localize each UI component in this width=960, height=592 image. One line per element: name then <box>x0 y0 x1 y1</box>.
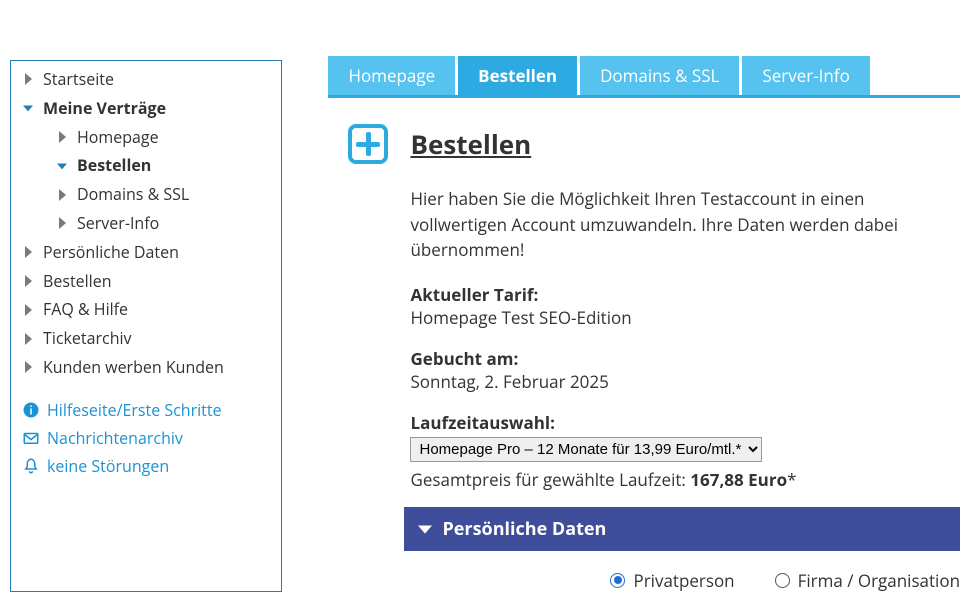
nav-bestellen-sub[interactable]: Bestellen <box>11 151 281 180</box>
total-prefix: Gesamtpreis für gewählte Laufzeit: <box>410 468 690 491</box>
sidebar: Startseite Meine Verträge Homepage Beste… <box>10 60 282 592</box>
total-line: Gesamtpreis für gewählte Laufzeit: 167,8… <box>410 468 960 491</box>
link-stoerungen[interactable]: keine Störungen <box>11 452 281 480</box>
chevron-right-icon <box>21 333 35 345</box>
nav-startseite[interactable]: Startseite <box>11 65 281 94</box>
tabs: Homepage Bestellen Domains & SSL Server-… <box>328 56 960 98</box>
link-label: keine Störungen <box>47 455 169 477</box>
nav-label: Bestellen <box>43 269 112 294</box>
info-icon <box>21 401 41 419</box>
nav-label: FAQ & Hilfe <box>43 297 128 322</box>
nav-meine-vertraege[interactable]: Meine Verträge <box>11 94 281 123</box>
nav-label: Persönliche Daten <box>43 240 179 265</box>
select-laufzeit[interactable]: Homepage Pro – 12 Monate für 13,99 Euro/… <box>410 437 762 462</box>
nav-label: Meine Verträge <box>43 96 166 121</box>
nav-homepage[interactable]: Homepage <box>11 123 281 152</box>
radio-label: Firma / Organisation <box>798 569 960 592</box>
plus-icon <box>348 124 388 164</box>
chevron-right-icon <box>21 246 35 258</box>
content: Bestellen Hier haben Sie die Möglichkeit… <box>328 98 960 592</box>
nav-label: Server-Info <box>77 211 159 236</box>
link-hilfeseite[interactable]: Hilfeseite/Erste Schritte <box>11 396 281 424</box>
chevron-right-icon <box>55 217 69 229</box>
nav-persoenliche-daten[interactable]: Persönliche Daten <box>11 238 281 267</box>
nav-label: Startseite <box>43 67 114 92</box>
chevron-down-icon <box>418 522 432 536</box>
value-gebucht-am: Sonntag, 2. Februar 2025 <box>410 370 960 393</box>
label-laufzeit: Laufzeitauswahl: <box>410 411 960 434</box>
chevron-down-icon <box>55 160 69 172</box>
nav-label: Bestellen <box>77 153 151 178</box>
radio-label: Privatperson <box>633 569 734 592</box>
nav-server-info[interactable]: Server-Info <box>11 209 281 238</box>
link-label: Hilfeseite/Erste Schritte <box>47 399 222 421</box>
envelope-icon <box>21 429 41 447</box>
nav-label: Kunden werben Kunden <box>43 355 224 380</box>
radio-group-account-type: Privatperson Firma / Organisation <box>410 551 960 592</box>
nav-label: Homepage <box>77 125 159 150</box>
sidebar-links: Hilfeseite/Erste Schritte Nachrichtenarc… <box>11 396 281 480</box>
nav-kunden-werben[interactable]: Kunden werben Kunden <box>11 353 281 382</box>
label-gebucht-am: Gebucht am: <box>410 347 960 370</box>
accordion-persoenliche-daten[interactable]: Persönliche Daten <box>404 507 960 551</box>
chevron-right-icon <box>21 275 35 287</box>
link-label: Nachrichtenarchiv <box>47 427 183 449</box>
chevron-right-icon <box>55 131 69 143</box>
bell-icon <box>21 457 41 475</box>
total-suffix: * <box>787 468 796 491</box>
nav-label: Ticketarchiv <box>43 326 132 351</box>
radio-icon <box>775 573 790 588</box>
nav-label: Domains & SSL <box>77 182 189 207</box>
label-aktueller-tarif: Aktueller Tarif: <box>410 283 960 306</box>
chevron-right-icon <box>21 361 35 373</box>
nav-ticketarchiv[interactable]: Ticketarchiv <box>11 324 281 353</box>
radio-icon <box>610 573 625 588</box>
value-aktueller-tarif: Homepage Test SEO-Edition <box>410 306 960 329</box>
nav-domains-ssl[interactable]: Domains & SSL <box>11 180 281 209</box>
chevron-right-icon <box>55 189 69 201</box>
tab-domains-ssl[interactable]: Domains & SSL <box>580 56 739 95</box>
page-title: Bestellen <box>410 126 531 162</box>
accordion-label: Persönliche Daten <box>442 517 606 541</box>
radio-firma[interactable]: Firma / Organisation <box>775 569 960 592</box>
intro-text: Hier haben Sie die Möglichkeit Ihren Tes… <box>410 186 960 263</box>
link-nachrichtenarchiv[interactable]: Nachrichtenarchiv <box>11 424 281 452</box>
main: Homepage Bestellen Domains & SSL Server-… <box>328 0 960 592</box>
tab-server-info[interactable]: Server-Info <box>742 56 869 95</box>
nav-bestellen[interactable]: Bestellen <box>11 267 281 296</box>
tab-homepage[interactable]: Homepage <box>328 56 455 95</box>
nav-faq-hilfe[interactable]: FAQ & Hilfe <box>11 295 281 324</box>
chevron-down-icon <box>21 102 35 114</box>
chevron-right-icon <box>21 73 35 85</box>
radio-privatperson[interactable]: Privatperson <box>610 569 734 592</box>
chevron-right-icon <box>21 304 35 316</box>
tab-bestellen[interactable]: Bestellen <box>458 56 577 95</box>
total-amount: 167,88 Euro <box>690 468 787 491</box>
